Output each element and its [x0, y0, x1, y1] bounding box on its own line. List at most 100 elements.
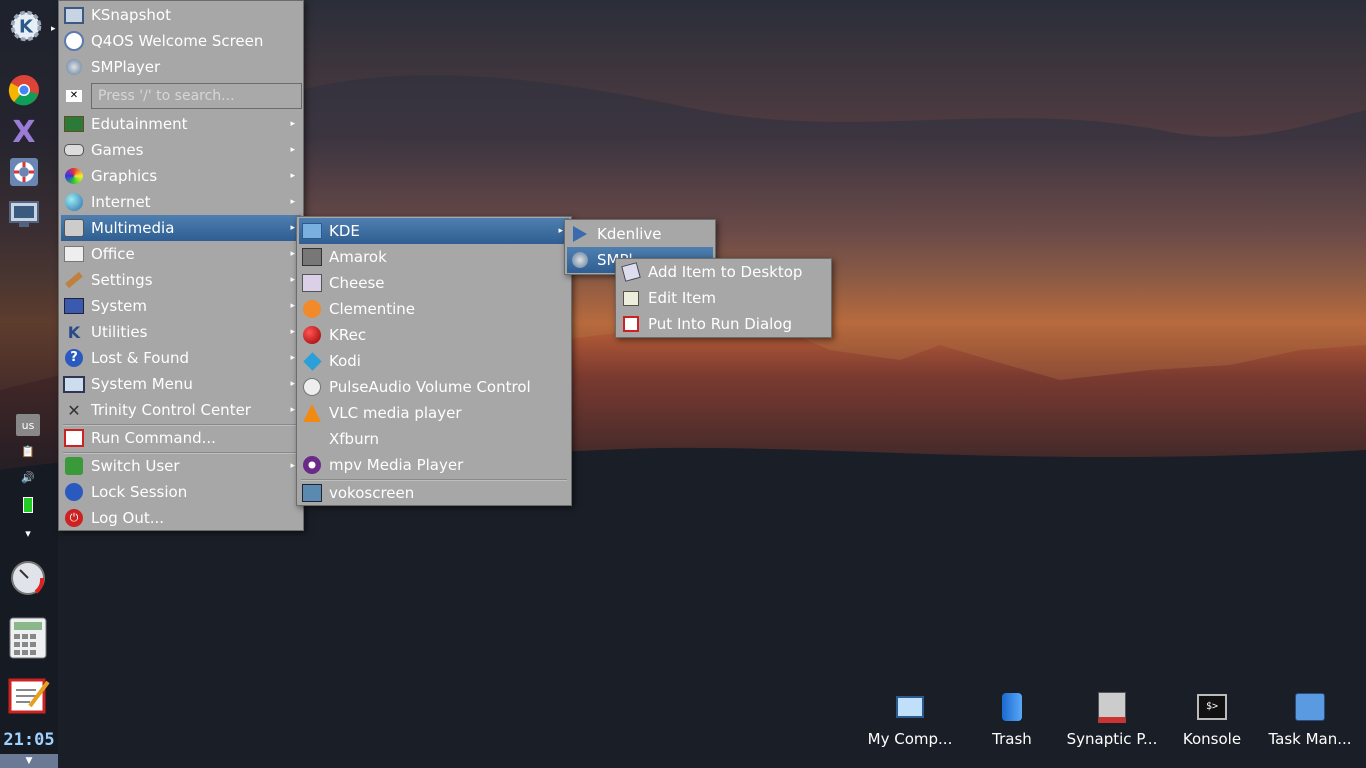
run-command-item[interactable]: Run Command... — [61, 425, 301, 451]
kdenlive-icon — [569, 223, 591, 245]
category-control-center[interactable]: ✕ Trinity Control Center ▸ — [61, 397, 301, 423]
computer-icon — [893, 690, 927, 724]
menu-item-label: Switch User — [91, 457, 180, 475]
submenu-item-kde[interactable]: KDE ▸ — [299, 218, 569, 244]
screen-capture-icon — [9, 201, 39, 227]
svg-text:K: K — [19, 16, 34, 37]
menu-item-label: vokoscreen — [329, 484, 415, 502]
lock-session-item[interactable]: Lock Session — [61, 479, 301, 505]
desktop-icon-my-computer[interactable]: My Comp... — [860, 690, 960, 748]
k-menu-arrow: ▸ — [51, 24, 56, 34]
recent-item-smplayer[interactable]: SMPlayer — [61, 54, 301, 80]
desktop-icon-task-manager[interactable]: Task Man... — [1260, 690, 1360, 748]
menu-item-label: Edit Item — [648, 289, 716, 307]
submenu-arrow-icon: ▸ — [290, 379, 295, 389]
submenu-item-amarok[interactable]: Amarok — [299, 244, 569, 270]
desktop-icon-konsole[interactable]: $> Konsole — [1162, 690, 1262, 748]
settings-icon — [63, 269, 85, 291]
clock-dropdown[interactable]: ▼ — [0, 754, 58, 768]
search-input[interactable]: Press '/' to search... — [91, 83, 302, 109]
menu-item-label: SMPlayer — [91, 58, 161, 76]
menu-item-label: Graphics — [91, 167, 158, 185]
log-out-item[interactable]: ⏻ Log Out... — [61, 505, 301, 531]
welcome-icon — [63, 30, 85, 52]
context-item-run-dialog[interactable]: Put Into Run Dialog — [618, 311, 829, 337]
speaker-icon: 🔊 — [21, 470, 35, 484]
context-item-edit[interactable]: Edit Item — [618, 285, 829, 311]
welcome-launcher[interactable] — [6, 154, 42, 190]
edutainment-icon — [63, 113, 85, 135]
category-internet[interactable]: Internet ▸ — [61, 189, 301, 215]
submenu-item-cheese[interactable]: Cheese — [299, 270, 569, 296]
games-icon — [63, 139, 85, 161]
trash-icon — [995, 690, 1029, 724]
category-system[interactable]: System ▸ — [61, 293, 301, 319]
clock[interactable]: 21:05 — [0, 730, 58, 750]
keyboard-layout-indicator[interactable]: us — [16, 414, 40, 436]
menu-item-label: Q4OS Welcome Screen — [91, 32, 264, 50]
gauge-launcher[interactable] — [6, 558, 52, 598]
utilities-icon: K — [67, 322, 81, 342]
menu-item-label: Lost & Found — [91, 349, 190, 367]
submenu-item-krec[interactable]: KRec — [299, 322, 569, 348]
menu-item-label: Put Into Run Dialog — [648, 315, 793, 333]
category-multimedia[interactable]: Multimedia ▸ — [61, 215, 301, 241]
battery-tray[interactable] — [16, 494, 40, 516]
recent-item-welcome[interactable]: Q4OS Welcome Screen — [61, 28, 301, 54]
submenu-arrow-icon: ▸ — [290, 275, 295, 285]
category-office[interactable]: Office ▸ — [61, 241, 301, 267]
submenu-item-mpv[interactable]: mpv Media Player — [299, 452, 569, 478]
clear-search-button[interactable]: ✕ — [61, 83, 87, 109]
category-system-menu[interactable]: System Menu ▸ — [61, 371, 301, 397]
category-edutainment[interactable]: Edutainment ▸ — [61, 111, 301, 137]
menu-item-label: Log Out... — [91, 509, 165, 527]
submenu-item-pulseaudio[interactable]: PulseAudio Volume Control — [299, 374, 569, 400]
run-command-icon — [63, 427, 85, 449]
mpv-icon — [301, 454, 323, 476]
clipboard-tray[interactable]: 📋 — [16, 440, 40, 462]
submenu-arrow-icon: ▸ — [290, 119, 295, 129]
synaptic-icon — [1095, 690, 1129, 724]
category-utilities[interactable]: K Utilities ▸ — [61, 319, 301, 345]
k-menu-button[interactable]: K — [8, 8, 44, 44]
submenu-item-vokoscreen[interactable]: vokoscreen — [299, 480, 569, 506]
lock-icon — [63, 481, 85, 503]
editor-launcher[interactable] — [8, 676, 52, 716]
submenu-item-vlc[interactable]: VLC media player — [299, 400, 569, 426]
submenu-item-clementine[interactable]: Clementine — [299, 296, 569, 322]
category-settings[interactable]: Settings ▸ — [61, 267, 301, 293]
submenu-item-xfburn[interactable]: Xfburn — [299, 426, 569, 452]
submenu-arrow-icon: ▸ — [290, 171, 295, 181]
xtrem-launcher[interactable]: X — [6, 114, 42, 150]
volume-tray[interactable]: 🔊 — [16, 466, 40, 488]
desktop-icon-label: My Comp... — [867, 730, 953, 748]
submenu-item-kdenlive[interactable]: Kdenlive — [567, 221, 713, 247]
system-icon — [63, 295, 85, 317]
edit-icon — [620, 287, 642, 309]
desktop-icon-trash[interactable]: Trash — [962, 690, 1062, 748]
network-tray[interactable]: ▾ — [16, 522, 40, 544]
desktop-icon-label: Konsole — [1182, 730, 1242, 748]
menu-item-label: Games — [91, 141, 144, 159]
submenu-arrow-icon: ▸ — [290, 327, 295, 337]
recent-item-ksnapshot[interactable]: KSnapshot — [61, 2, 301, 28]
desktop-icon-synaptic[interactable]: Synaptic P... — [1062, 690, 1162, 748]
menu-item-label: VLC media player — [329, 404, 462, 422]
vokoscreen-icon — [301, 482, 323, 504]
category-lost-found[interactable]: ? Lost & Found ▸ — [61, 345, 301, 371]
ksnapshot-launcher[interactable] — [6, 196, 42, 232]
clear-icon: ✕ — [63, 85, 85, 107]
category-games[interactable]: Games ▸ — [61, 137, 301, 163]
switch-user-item[interactable]: Switch User ▸ — [61, 453, 301, 479]
submenu-arrow-icon: ▸ — [290, 405, 295, 415]
calculator-launcher[interactable] — [8, 616, 48, 660]
submenu-item-kodi[interactable]: Kodi — [299, 348, 569, 374]
menu-item-label: KRec — [329, 326, 367, 344]
context-item-add-to-desktop[interactable]: Add Item to Desktop — [618, 259, 829, 285]
battery-icon — [23, 497, 33, 513]
amarok-icon — [301, 246, 323, 268]
chrome-launcher[interactable] — [6, 72, 42, 108]
control-center-icon: ✕ — [67, 400, 81, 420]
folder-icon — [301, 220, 323, 242]
category-graphics[interactable]: Graphics ▸ — [61, 163, 301, 189]
